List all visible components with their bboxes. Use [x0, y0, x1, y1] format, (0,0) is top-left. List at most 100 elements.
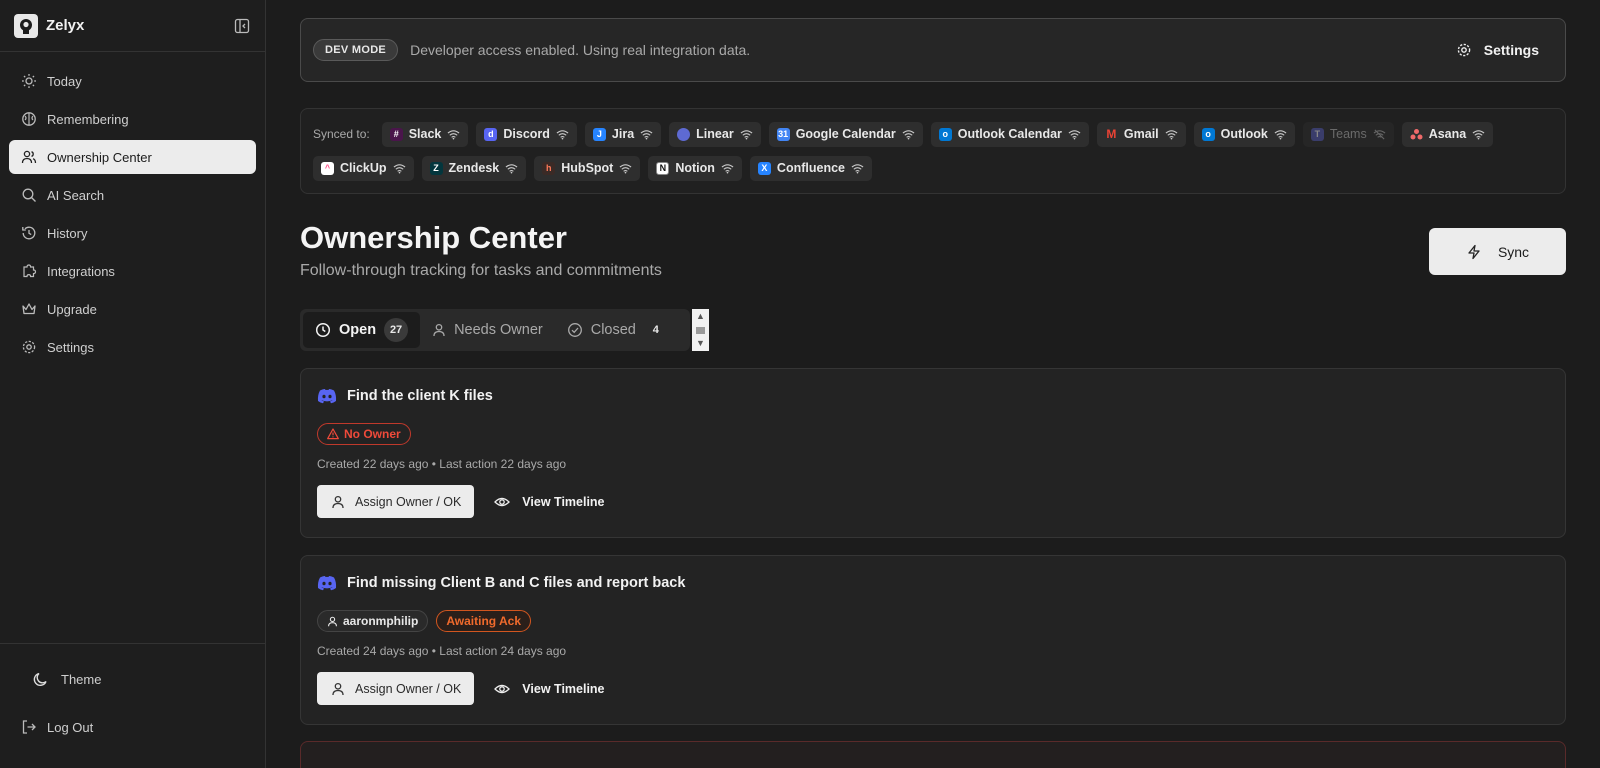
- tab-needs-owner[interactable]: Needs Owner: [420, 312, 555, 348]
- task-title-row: Find missing Client B and C files and re…: [317, 572, 1549, 594]
- chip-label: Discord: [503, 127, 550, 141]
- sync-row-2: ^ ClickUp Z Zendesk h HubSpot N Notion X Conf…: [313, 155, 1553, 181]
- view-timeline-button[interactable]: View Timeline: [494, 494, 605, 510]
- sidebar-item-label: Ownership Center: [47, 149, 152, 165]
- crown-icon: [22, 303, 36, 315]
- scroll-up-icon[interactable]: ▲: [696, 312, 705, 321]
- discord-icon: [317, 576, 337, 591]
- tabs-scrollbar[interactable]: ▲ ▼: [692, 309, 709, 351]
- user-icon: [332, 682, 344, 695]
- task-last-action: • Last action 24 days ago: [431, 644, 567, 658]
- integration-chip-discord[interactable]: d Discord: [476, 121, 577, 147]
- chip-label: Outlook Calendar: [957, 127, 1062, 141]
- integration-chip-asana[interactable]: Asana: [1401, 121, 1494, 147]
- sidebar-item-upgrade[interactable]: Upgrade: [9, 292, 256, 326]
- wifi-icon: [851, 163, 864, 174]
- check-circle-icon: [567, 323, 582, 337]
- eye-icon: [494, 684, 511, 693]
- wifi-off-icon: [1373, 128, 1386, 140]
- integration-chip-slack[interactable]: # Slack: [381, 121, 469, 147]
- task-title[interactable]: Find the client K files: [347, 388, 493, 404]
- sync-button-label: Sync: [1497, 243, 1530, 260]
- integration-chip-jira[interactable]: J Jira: [584, 121, 662, 147]
- chip-label: Asana: [1428, 127, 1467, 141]
- tab-closed[interactable]: Closed 4: [555, 312, 680, 348]
- scroll-thumb[interactable]: [696, 326, 705, 334]
- owner-badge[interactable]: aaronmphilip: [317, 610, 429, 632]
- task-created: Created 22 days ago: [317, 457, 429, 471]
- chip-label: Outlook: [1220, 127, 1268, 141]
- sidebar-footer: Theme Log Out: [0, 643, 265, 762]
- logout-button[interactable]: Log Out: [9, 710, 256, 744]
- sidebar-item-settings[interactable]: Settings: [9, 330, 256, 364]
- sidebar-item-ownership-center[interactable]: Ownership Center: [9, 140, 256, 174]
- status-badge-label: Awaiting Ack: [446, 614, 522, 628]
- logout-icon: [22, 720, 36, 734]
- users-icon: [21, 150, 37, 164]
- tab-label: Needs Owner: [454, 322, 543, 338]
- sidebar-item-history[interactable]: History: [9, 216, 256, 250]
- owner-name: aaronmphilip: [343, 614, 419, 628]
- integration-chip-confluence[interactable]: X Confluence: [749, 155, 872, 181]
- zelyx-logo-icon[interactable]: [14, 13, 38, 38]
- integration-chip-notion[interactable]: N Notion: [648, 155, 742, 181]
- gear-icon: [22, 340, 36, 354]
- collapse-sidebar-icon[interactable]: [233, 17, 251, 35]
- gear-icon: [1457, 43, 1471, 57]
- integration-chip-teams[interactable]: T Teams: [1302, 121, 1394, 147]
- wifi-icon: [505, 163, 518, 174]
- puzzle-icon: [23, 264, 37, 278]
- integration-chip-linear[interactable]: Linear: [669, 121, 761, 147]
- assign-owner-button[interactable]: Assign Owner / OK: [317, 672, 475, 705]
- outlook-calendar-icon: o: [938, 127, 952, 141]
- theme-toggle[interactable]: Theme: [9, 662, 256, 696]
- task-created: Created 24 days ago: [317, 644, 429, 658]
- scroll-down-icon[interactable]: ▼: [696, 339, 705, 348]
- chip-label: Slack: [408, 127, 442, 141]
- sidebar-item-today[interactable]: Today: [9, 64, 256, 98]
- chip-label: Linear: [696, 127, 734, 141]
- status-badge: No Owner: [317, 423, 411, 445]
- sidebar-item-label: Settings: [47, 339, 94, 355]
- chip-label: Zendesk: [448, 161, 500, 175]
- integration-chip-gmail[interactable]: M Gmail: [1096, 121, 1186, 147]
- wifi-icon: [740, 129, 753, 140]
- wifi-icon: [393, 163, 405, 174]
- view-timeline-button[interactable]: View Timeline: [494, 681, 605, 697]
- tab-label: Closed: [590, 322, 636, 338]
- task-title[interactable]: Find missing Client B and C files and re…: [347, 575, 685, 591]
- integration-chip-outlook-calendar[interactable]: o Outlook Calendar: [930, 121, 1089, 147]
- task-meta: Created 22 days ago • Last action 22 day…: [317, 457, 1549, 473]
- integration-chip-google-calendar[interactable]: 31 Google Calendar: [768, 121, 923, 147]
- page-title: Ownership Center: [300, 220, 567, 255]
- dev-mode-badge: DEV MODE: [313, 39, 399, 61]
- sidebar-item-ai-search[interactable]: AI Search: [9, 178, 256, 212]
- wifi-icon: [721, 163, 734, 174]
- sidebar-item-label: Today: [47, 73, 82, 89]
- sidebar-item-integrations[interactable]: Integrations: [9, 254, 256, 288]
- view-timeline-label: View Timeline: [522, 494, 605, 509]
- brand-header: Zelyx: [0, 0, 265, 52]
- integration-chip-hubspot[interactable]: h HubSpot: [534, 155, 641, 181]
- assign-owner-button[interactable]: Assign Owner / OK: [317, 485, 475, 518]
- sync-button[interactable]: Sync: [1429, 228, 1566, 275]
- dev-settings-button[interactable]: Settings: [1456, 42, 1553, 58]
- chip-label: ClickUp: [340, 161, 387, 175]
- task-last-action: • Last action 22 days ago: [431, 457, 567, 471]
- wifi-icon: [556, 129, 569, 140]
- sidebar-item-remembering[interactable]: Remembering: [9, 102, 256, 136]
- integration-chip-outlook[interactable]: o Outlook: [1193, 121, 1295, 147]
- tab-open[interactable]: Open 27: [303, 312, 421, 348]
- gmail-icon: M: [1106, 127, 1117, 141]
- dev-mode-banner: DEV MODE Developer access enabled. Using…: [300, 18, 1566, 82]
- view-timeline-label: View Timeline: [522, 681, 605, 696]
- app-name: Zelyx: [46, 17, 85, 34]
- confluence-icon: X: [757, 161, 771, 175]
- integration-chip-zendesk[interactable]: Z Zendesk: [421, 155, 527, 181]
- slack-icon: #: [389, 127, 403, 141]
- integration-chip-clickup[interactable]: ^ ClickUp: [313, 155, 414, 181]
- tab-count: 27: [384, 318, 409, 342]
- history-icon: [22, 226, 36, 240]
- assign-owner-label: Assign Owner / OK: [355, 494, 462, 509]
- linear-icon: [677, 127, 691, 141]
